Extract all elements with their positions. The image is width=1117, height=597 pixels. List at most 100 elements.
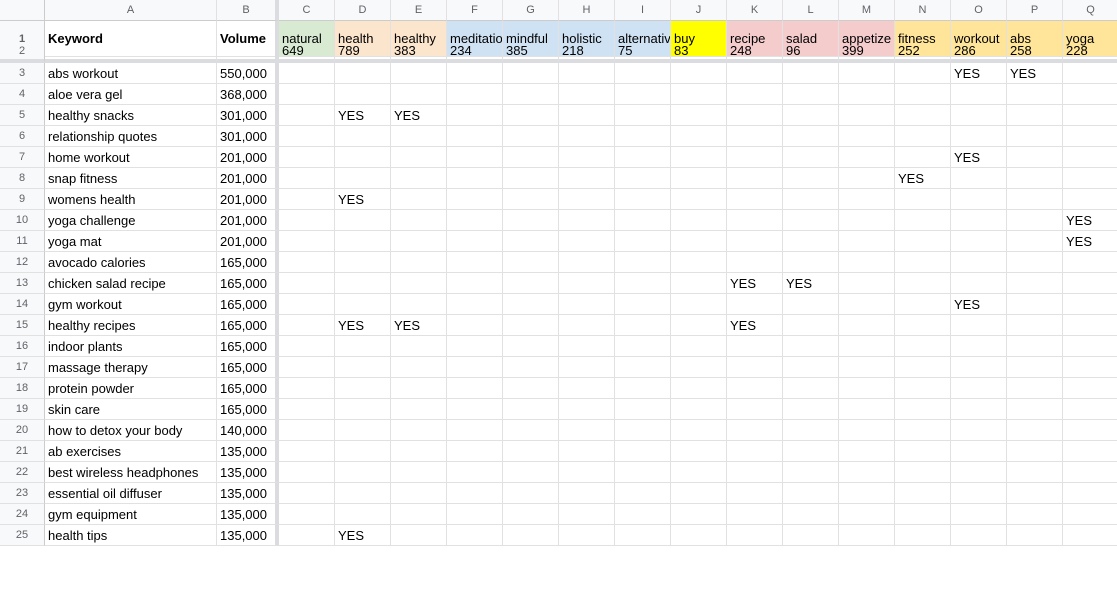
data-cell[interactable] — [391, 189, 447, 210]
data-cell[interactable] — [895, 273, 951, 294]
data-cell[interactable] — [503, 147, 559, 168]
data-cell[interactable] — [1007, 231, 1063, 252]
data-cell[interactable] — [671, 336, 727, 357]
data-cell[interactable] — [279, 441, 335, 462]
data-cell[interactable] — [783, 504, 839, 525]
data-cell[interactable] — [391, 357, 447, 378]
data-cell[interactable] — [839, 273, 895, 294]
row-header[interactable]: 16 — [0, 336, 45, 357]
row-header[interactable]: 8 — [0, 168, 45, 189]
data-cell[interactable] — [895, 105, 951, 126]
count-cell[interactable]: 252 — [895, 42, 951, 63]
data-cell[interactable] — [1007, 420, 1063, 441]
data-cell[interactable] — [727, 231, 783, 252]
data-cell[interactable] — [839, 294, 895, 315]
data-cell[interactable] — [503, 231, 559, 252]
count-cell[interactable]: 218 — [559, 42, 615, 63]
data-cell[interactable] — [671, 462, 727, 483]
keyword-cell[interactable]: indoor plants — [45, 336, 217, 357]
data-cell[interactable] — [839, 378, 895, 399]
data-cell[interactable] — [727, 252, 783, 273]
data-cell[interactable] — [895, 231, 951, 252]
keyword-cell[interactable]: avocado calories — [45, 252, 217, 273]
data-cell[interactable] — [895, 147, 951, 168]
data-cell[interactable] — [951, 105, 1007, 126]
data-cell[interactable] — [391, 231, 447, 252]
volume-cell[interactable]: 550,000 — [217, 63, 279, 84]
data-cell[interactable] — [671, 441, 727, 462]
data-cell[interactable] — [503, 441, 559, 462]
data-cell[interactable] — [1063, 525, 1117, 546]
data-cell[interactable] — [447, 462, 503, 483]
data-cell[interactable] — [615, 336, 671, 357]
data-cell[interactable] — [615, 231, 671, 252]
data-cell[interactable] — [335, 462, 391, 483]
data-cell[interactable] — [951, 210, 1007, 231]
row-header[interactable]: 11 — [0, 231, 45, 252]
data-cell[interactable] — [839, 357, 895, 378]
data-cell[interactable] — [391, 504, 447, 525]
data-cell[interactable] — [447, 84, 503, 105]
keyword-cell[interactable]: yoga challenge — [45, 210, 217, 231]
keyword-cell[interactable]: relationship quotes — [45, 126, 217, 147]
data-cell[interactable] — [839, 441, 895, 462]
data-cell[interactable] — [783, 252, 839, 273]
keyword-cell[interactable]: home workout — [45, 147, 217, 168]
data-cell[interactable] — [783, 63, 839, 84]
data-cell[interactable] — [391, 462, 447, 483]
keyword-cell[interactable]: essential oil diffuser — [45, 483, 217, 504]
data-cell[interactable] — [671, 483, 727, 504]
data-cell[interactable] — [503, 420, 559, 441]
data-cell[interactable] — [447, 63, 503, 84]
data-cell[interactable] — [447, 210, 503, 231]
data-cell[interactable] — [839, 210, 895, 231]
keyword-cell[interactable]: gym equipment — [45, 504, 217, 525]
volume-cell[interactable]: 135,000 — [217, 441, 279, 462]
data-cell[interactable] — [559, 399, 615, 420]
data-cell[interactable] — [503, 294, 559, 315]
data-cell[interactable] — [1007, 357, 1063, 378]
data-cell[interactable] — [1063, 168, 1117, 189]
col-header[interactable]: P — [1007, 0, 1063, 21]
data-cell[interactable] — [559, 294, 615, 315]
volume-cell[interactable]: 165,000 — [217, 252, 279, 273]
data-cell[interactable] — [1063, 84, 1117, 105]
data-cell[interactable] — [559, 189, 615, 210]
keyword-cell[interactable]: best wireless headphones — [45, 462, 217, 483]
data-cell[interactable] — [503, 357, 559, 378]
data-cell[interactable] — [783, 231, 839, 252]
data-cell[interactable] — [559, 504, 615, 525]
data-cell[interactable] — [447, 483, 503, 504]
data-cell[interactable] — [951, 231, 1007, 252]
data-cell[interactable] — [279, 378, 335, 399]
data-cell[interactable] — [391, 483, 447, 504]
data-cell[interactable] — [671, 252, 727, 273]
data-cell[interactable] — [615, 105, 671, 126]
data-cell[interactable] — [559, 378, 615, 399]
data-cell[interactable]: YES — [951, 147, 1007, 168]
data-cell[interactable] — [335, 168, 391, 189]
data-cell[interactable] — [1007, 84, 1063, 105]
data-cell[interactable] — [391, 210, 447, 231]
data-cell[interactable] — [951, 336, 1007, 357]
spreadsheet-grid[interactable]: ABCDEFGHIJKLMNOPQ1KeywordVolumenaturalhe… — [0, 0, 1117, 546]
volume-cell[interactable]: 301,000 — [217, 105, 279, 126]
data-cell[interactable] — [615, 168, 671, 189]
count-cell[interactable]: 789 — [335, 42, 391, 63]
data-cell[interactable] — [279, 420, 335, 441]
data-cell[interactable] — [615, 210, 671, 231]
data-cell[interactable] — [615, 147, 671, 168]
data-cell[interactable] — [671, 189, 727, 210]
data-cell[interactable] — [895, 84, 951, 105]
data-cell[interactable] — [727, 420, 783, 441]
data-cell[interactable] — [671, 105, 727, 126]
data-cell[interactable] — [1063, 357, 1117, 378]
row-header[interactable]: 23 — [0, 483, 45, 504]
row-header[interactable]: 7 — [0, 147, 45, 168]
data-cell[interactable] — [503, 84, 559, 105]
keyword-cell[interactable]: health tips — [45, 525, 217, 546]
data-cell[interactable] — [839, 126, 895, 147]
volume-cell[interactable]: 301,000 — [217, 126, 279, 147]
volume-cell[interactable]: 135,000 — [217, 462, 279, 483]
data-cell[interactable] — [279, 462, 335, 483]
